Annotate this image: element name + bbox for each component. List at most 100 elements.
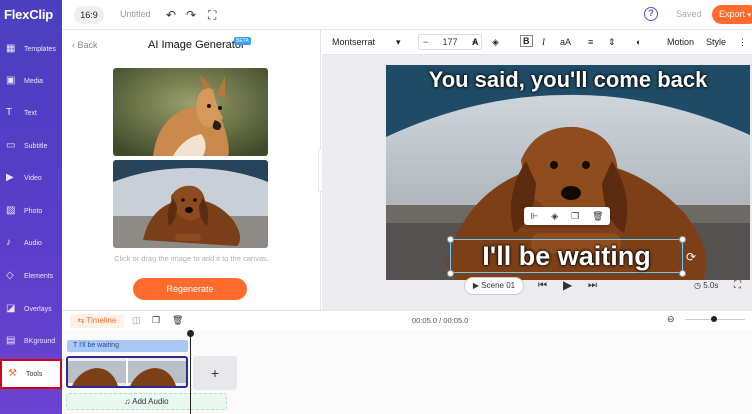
back-label: Back bbox=[77, 40, 98, 50]
scene-duration[interactable]: ◷ 5.0s bbox=[694, 281, 718, 290]
sidebar-item-video[interactable]: ▶ Video bbox=[0, 163, 62, 193]
resize-handle[interactable] bbox=[447, 270, 454, 277]
chevron-down-icon: ▾ bbox=[747, 12, 752, 19]
caption-top-text[interactable]: You said, you'll come back bbox=[386, 67, 750, 93]
elements-icon: ◇ bbox=[6, 270, 14, 281]
sidebar-item-label: Media bbox=[24, 77, 44, 85]
add-scene-button[interactable]: + bbox=[193, 356, 237, 390]
sidebar-item-audio[interactable]: ♪ Audio bbox=[0, 228, 62, 258]
subtitle-icon: ▭ bbox=[6, 140, 16, 151]
align-icon[interactable]: ⊩ bbox=[530, 211, 538, 222]
aspect-ratio-button[interactable]: 16:9 bbox=[74, 6, 104, 24]
font-family-select[interactable]: Montserrat bbox=[332, 37, 375, 47]
back-button[interactable]: ‹ Back bbox=[72, 40, 98, 50]
sidebar: FlexClip ▦ Templates ▣ Media T Text ▭ Subtitle ▶… bbox=[0, 0, 62, 414]
sidebar-item-elements[interactable]: ◇ Elements bbox=[0, 261, 62, 291]
audio-icon: ♪ bbox=[6, 237, 11, 248]
sidebar-item-label: Templates bbox=[24, 45, 56, 53]
caption-bottom-text[interactable]: I'll be waiting bbox=[450, 239, 683, 273]
italic-icon[interactable]: I bbox=[542, 37, 545, 47]
play-icon: ▶ bbox=[472, 281, 480, 290]
align-icon[interactable]: ≡ bbox=[588, 37, 593, 47]
text-color-icon[interactable]: A bbox=[472, 37, 479, 47]
sidebar-item-label: Tools bbox=[26, 370, 43, 378]
subtitle-clip[interactable]: T I'll be waiting bbox=[67, 340, 188, 352]
regenerate-button[interactable]: Regenerate bbox=[133, 278, 247, 300]
opacity-icon[interactable]: ◐ bbox=[636, 37, 641, 47]
resize-handle[interactable] bbox=[679, 270, 686, 277]
redo-icon[interactable]: ↷ bbox=[186, 8, 196, 22]
flexclip-logo[interactable]: FlexClip bbox=[4, 7, 53, 22]
duplicate-icon[interactable]: ❐ bbox=[571, 211, 579, 222]
element-floating-toolbar: ⊩ ◈ ❐ 🗑 bbox=[524, 207, 610, 225]
background-icon: ▤ bbox=[6, 335, 16, 346]
fullscreen-icon[interactable]: ⛶ bbox=[208, 8, 216, 23]
bold-icon[interactable]: B bbox=[520, 35, 533, 47]
video-clip[interactable] bbox=[66, 356, 188, 388]
scene-button[interactable]: ▶ Scene 01 bbox=[464, 277, 524, 295]
timeline-button[interactable]: ⇆ Timeline bbox=[70, 314, 124, 328]
playhead-handle[interactable] bbox=[187, 330, 194, 337]
layers-icon[interactable]: ◈ bbox=[551, 211, 558, 222]
generated-image-1[interactable] bbox=[113, 68, 268, 156]
motion-button[interactable]: Motion bbox=[667, 37, 694, 47]
sidebar-item-label: Subtitle bbox=[24, 142, 48, 150]
project-title[interactable]: Untitled bbox=[120, 9, 151, 19]
next-icon[interactable]: ⏭ bbox=[588, 280, 597, 291]
sidebar-item-subtitle[interactable]: ▭ Subtitle bbox=[0, 131, 62, 161]
ai-image-panel: ‹ Back AI Image Generator BETA Click or … bbox=[62, 30, 321, 310]
sidebar-item-tools[interactable]: ⚒ Tools bbox=[0, 359, 62, 389]
photo-icon: ▨ bbox=[6, 205, 16, 216]
highlight-color-icon[interactable]: ◈ bbox=[492, 37, 499, 48]
help-icon[interactable]: ? bbox=[644, 7, 658, 21]
export-label: Export bbox=[719, 9, 746, 19]
panel-title: AI Image Generator bbox=[148, 39, 245, 51]
top-bar: 16:9 Untitled ↶ ↷ ⛶ ? Saved Export ▾ bbox=[62, 0, 752, 30]
text-icon: T bbox=[6, 107, 13, 118]
timeline-icon: ⇆ bbox=[77, 316, 85, 325]
dog-umbrella-image bbox=[113, 160, 268, 248]
sidebar-item-photo[interactable]: ▨ Photo bbox=[0, 196, 62, 226]
previous-icon[interactable]: ⏮ bbox=[538, 280, 547, 291]
sidebar-item-label: Text bbox=[24, 109, 37, 117]
format-toolbar: Montserrat ▾ − 177 + A ◈ B I aA ≡ ⇕ ◐ Mo… bbox=[322, 30, 752, 55]
export-button[interactable]: Export ▾ bbox=[712, 5, 752, 24]
delete-icon[interactable]: 🗑 bbox=[172, 315, 183, 326]
expand-icon[interactable]: ⛶ bbox=[734, 280, 741, 291]
resize-handle[interactable] bbox=[679, 236, 686, 243]
text-case-icon[interactable]: aA bbox=[560, 37, 571, 47]
sidebar-item-label: Video bbox=[24, 174, 42, 182]
sidebar-item-text[interactable]: T Text bbox=[0, 98, 62, 128]
zoom-out-icon[interactable]: ⊖ bbox=[667, 314, 675, 325]
saved-status: Saved bbox=[676, 9, 702, 19]
duplicate-icon[interactable]: ❐ bbox=[152, 315, 160, 326]
zoom-slider-handle[interactable] bbox=[711, 316, 717, 322]
sidebar-item-label: Photo bbox=[24, 207, 43, 215]
add-audio-button[interactable]: ♫ Add Audio bbox=[66, 393, 227, 410]
media-icon: ▣ bbox=[6, 75, 16, 86]
more-icon[interactable]: ⋮ bbox=[738, 37, 747, 48]
undo-icon[interactable]: ↶ bbox=[166, 8, 176, 22]
sidebar-item-media[interactable]: ▣ Media bbox=[0, 66, 62, 96]
sidebar-item-bkground[interactable]: ▤ BKground bbox=[0, 326, 62, 356]
plus-icon: + bbox=[210, 365, 220, 381]
spacing-icon[interactable]: ⇕ bbox=[608, 37, 616, 48]
style-button[interactable]: Style bbox=[706, 37, 726, 47]
font-size-value: 177 bbox=[442, 37, 458, 47]
sidebar-item-label: Audio bbox=[24, 239, 42, 247]
play-button[interactable]: ▶ bbox=[563, 278, 572, 292]
delete-icon[interactable]: 🗑 bbox=[592, 211, 603, 222]
generated-image-2[interactable] bbox=[113, 160, 268, 248]
overlays-icon: ◪ bbox=[6, 303, 16, 314]
timeline-label: Timeline bbox=[86, 316, 117, 325]
sidebar-item-overlays[interactable]: ◪ Overlays bbox=[0, 294, 62, 324]
resize-handle[interactable] bbox=[447, 236, 454, 243]
split-icon[interactable]: ◫ bbox=[132, 315, 141, 326]
chevron-down-icon[interactable]: ▾ bbox=[396, 37, 401, 48]
sidebar-item-label: Overlays bbox=[24, 305, 52, 313]
video-stage[interactable]: You said, you'll come back I'll be waiti… bbox=[386, 65, 750, 280]
minus-icon[interactable]: − bbox=[423, 37, 428, 47]
sidebar-item-templates[interactable]: ▦ Templates bbox=[0, 34, 62, 64]
playhead[interactable] bbox=[190, 330, 191, 414]
rotate-icon[interactable]: ⟳ bbox=[686, 250, 696, 264]
